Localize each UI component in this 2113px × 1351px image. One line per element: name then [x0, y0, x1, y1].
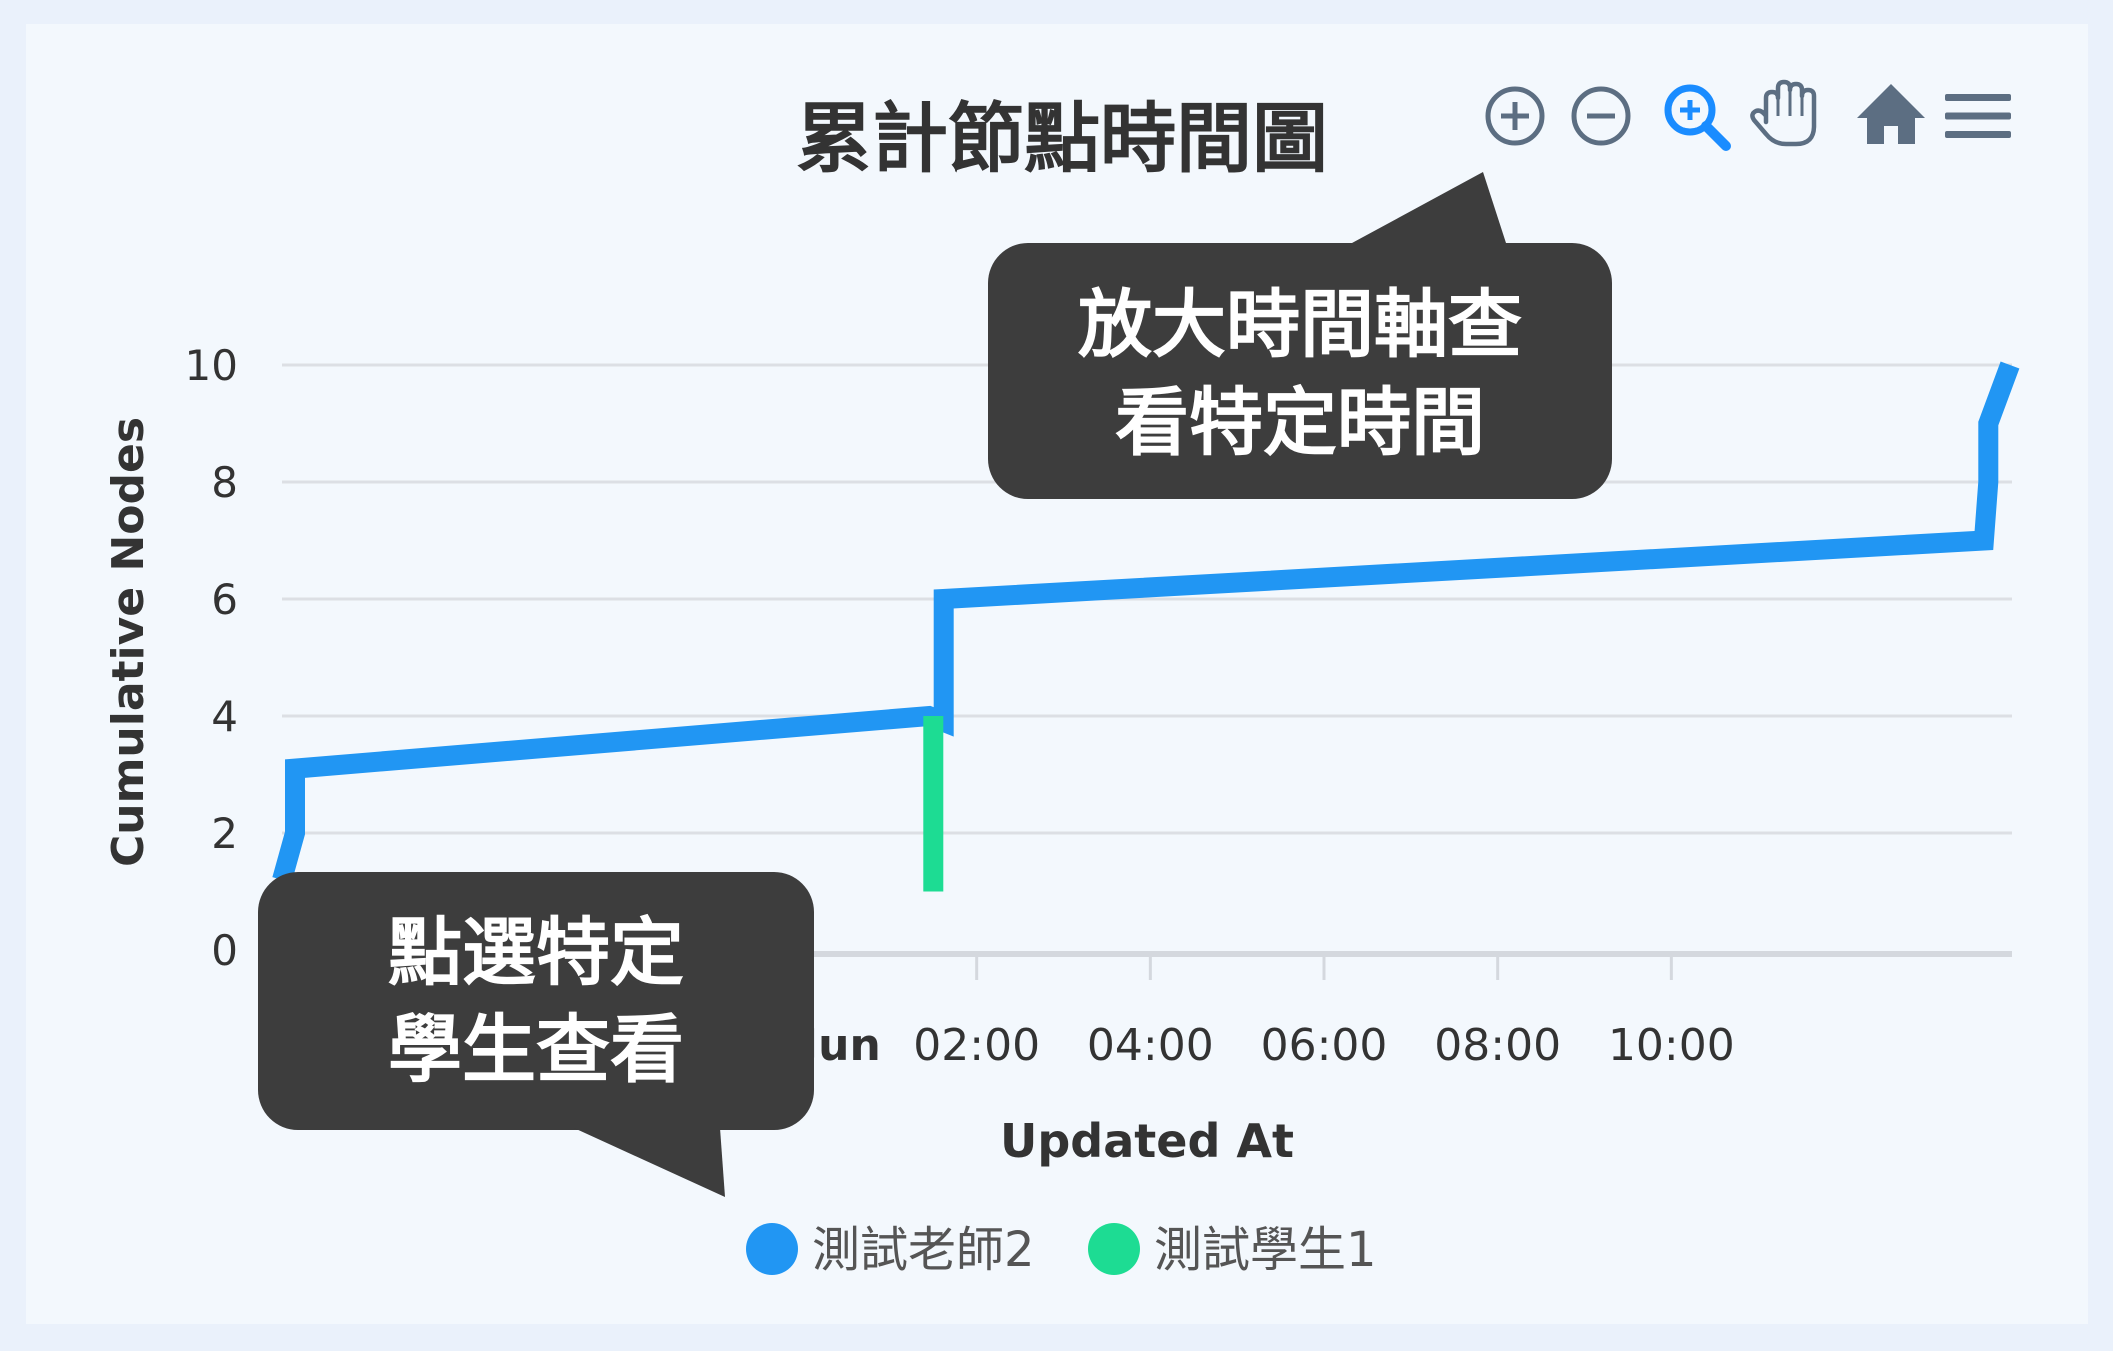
y-tick-label: 8	[211, 458, 238, 507]
chart-svg: 累計節點時間圖 Cumulative Nodes Updated At 0246…	[103, 79, 2020, 1278]
x-tick-label: 02:00	[913, 1020, 1040, 1071]
x-tick-label: 04:00	[1087, 1020, 1214, 1071]
student-hint-line-1: 點選特定	[388, 910, 684, 996]
home-icon[interactable]	[1857, 84, 1925, 144]
y-tick-label: 0	[211, 926, 238, 975]
chart-title: 累計節點時間圖	[796, 94, 1328, 183]
legend-label: 測試學生1	[1154, 1222, 1377, 1278]
zoom-select-icon[interactable]	[1664, 84, 1731, 151]
x-tick-label: 10:00	[1608, 1020, 1735, 1071]
legend: 測試老師2 測試學生1	[746, 1222, 1377, 1278]
chart-toolbar	[1485, 79, 2011, 151]
legend-item[interactable]: 測試老師2	[746, 1222, 1035, 1278]
pan-hand-icon[interactable]	[1750, 79, 1817, 147]
y-tick-label: 4	[211, 692, 238, 741]
student-hint-line-2: 學生查看	[388, 1007, 684, 1093]
legend-marker	[746, 1223, 798, 1275]
x-axis-label: Updated At	[1000, 1114, 1294, 1168]
legend-label: 測試老師2	[812, 1222, 1035, 1278]
y-tick-label: 6	[211, 575, 238, 624]
menu-icon[interactable]	[1945, 94, 2011, 138]
zoom-in-icon[interactable]	[1485, 86, 1545, 146]
y-tick-labels: 0 2 4 6 8 10	[185, 341, 238, 975]
student-hint-callout: 點選特定 學生查看	[258, 872, 814, 1197]
y-tick-label: 10	[185, 341, 238, 390]
y-tick-label: 2	[211, 809, 238, 858]
x-tick-label: 08:00	[1434, 1020, 1561, 1071]
zoom-hint-line-1: 放大時間軸查	[1078, 282, 1522, 368]
legend-marker	[1088, 1223, 1140, 1275]
x-tick-label: 06:00	[1261, 1020, 1388, 1071]
zoom-hint-callout: 放大時間軸查 看特定時間	[988, 172, 1612, 499]
zoom-hint-line-2: 看特定時間	[1115, 380, 1485, 466]
legend-item[interactable]: 測試學生1	[1088, 1222, 1377, 1278]
zoom-out-icon[interactable]	[1571, 86, 1631, 146]
y-axis-label: Cumulative Nodes	[103, 417, 154, 867]
